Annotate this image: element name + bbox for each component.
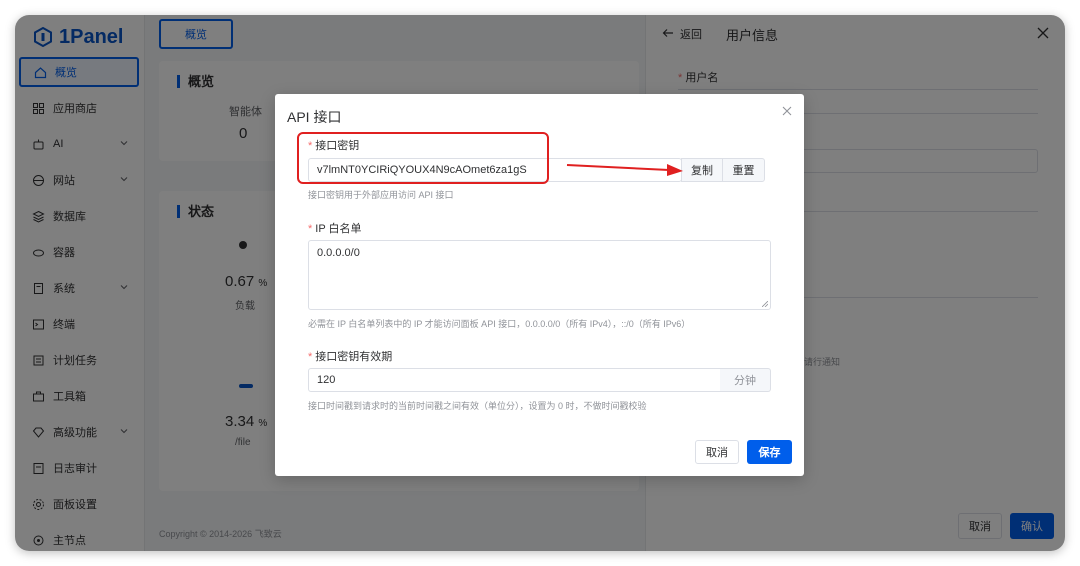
app-window: 1Panel 概览应用商店AI网站数据库容器系统终端计划任务工具箱高级功能日志审… xyxy=(15,15,1065,551)
dialog-title: API 接口 xyxy=(287,109,342,125)
api-key-hint: 接口密钥用于外部应用访问 API 接口 xyxy=(308,190,454,200)
save-button[interactable]: 保存 xyxy=(747,440,792,464)
api-dialog: API 接口 * 接口密钥 v7lmNT0YCIRiQYOUX4N9cAOmet6… xyxy=(275,94,804,476)
resize-handle-icon[interactable] xyxy=(762,301,768,307)
dialog-close-icon[interactable] xyxy=(782,106,792,116)
validity-unit: 分钟 xyxy=(720,368,771,392)
validity-input[interactable]: 120 xyxy=(308,368,721,392)
validity-hint: 接口时间戳到请求时的当前时间戳之间有效（单位分），设置为 0 时，不做时间戳校验 xyxy=(308,401,647,411)
copy-button[interactable]: 复制 xyxy=(681,158,723,182)
annotation-highlight-box xyxy=(297,132,549,184)
ip-whitelist-textarea[interactable]: 0.0.0.0/0 xyxy=(308,240,771,310)
cancel-button[interactable]: 取消 xyxy=(695,440,739,464)
annotation-arrow-icon xyxy=(566,164,683,176)
reset-button[interactable]: 重置 xyxy=(722,158,765,182)
ip-whitelist-hint: 必需在 IP 白名单列表中的 IP 才能访问面板 API 接口，0.0.0.0/… xyxy=(308,319,691,329)
ip-whitelist-label: * IP 白名单 xyxy=(308,223,362,235)
validity-label: * 接口密钥有效期 xyxy=(308,351,393,363)
ip-whitelist-value: 0.0.0.0/0 xyxy=(317,247,360,259)
